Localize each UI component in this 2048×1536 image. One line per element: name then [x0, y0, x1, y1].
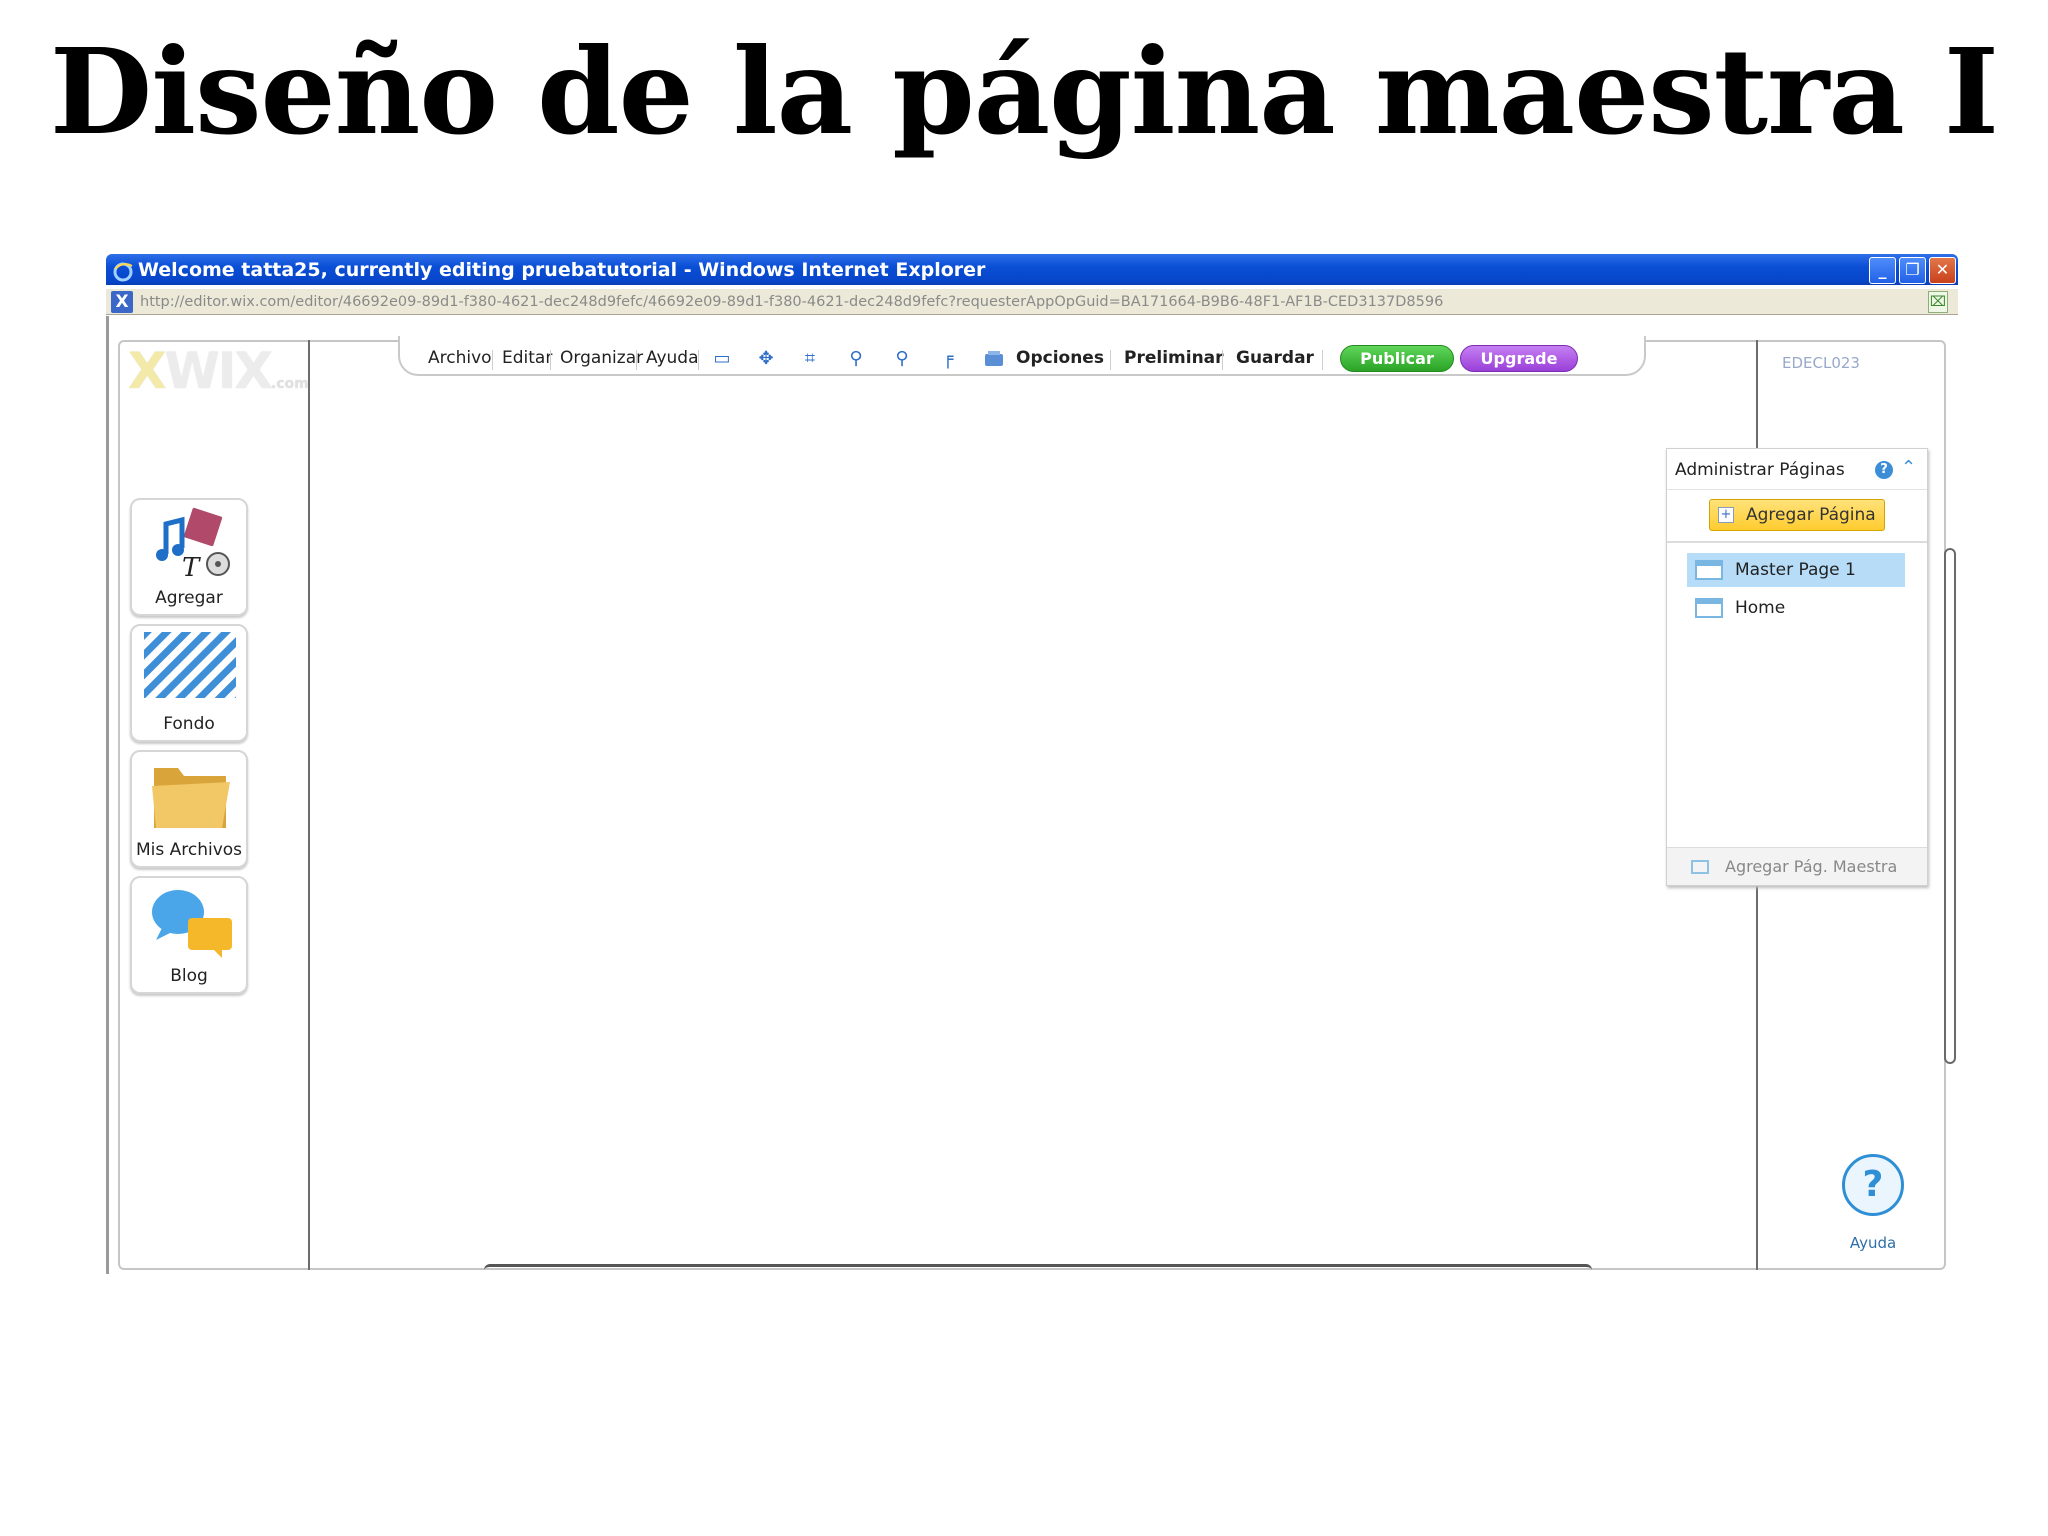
internet-explorer-icon	[113, 262, 133, 282]
help-icon[interactable]: ?	[1875, 461, 1893, 479]
add-media-icon: T	[156, 506, 230, 580]
add-page-label: Agregar Página	[1746, 505, 1876, 525]
menu-separator	[1110, 350, 1111, 370]
add-tool-label: Agregar	[155, 588, 223, 608]
blog-tool-label: Blog	[170, 966, 208, 986]
menu-separator	[492, 350, 493, 370]
browser-title: Welcome tatta25, currently editing prueb…	[138, 259, 986, 281]
help-bubble-icon: ?	[1842, 1154, 1904, 1216]
menu-separator	[636, 350, 637, 370]
page-item-home[interactable]: Home	[1687, 591, 1905, 625]
background-stripes-icon	[144, 632, 236, 698]
my-files-tool-label: Mis Archivos	[135, 840, 243, 860]
zoom-in-icon[interactable]: ⚲	[844, 348, 868, 370]
menu-separator	[1322, 350, 1323, 370]
left-panel-divider	[308, 340, 310, 1270]
add-master-page-label: Agregar Pág. Maestra	[1725, 857, 1898, 876]
zoom-out-icon[interactable]: ⚲	[890, 348, 914, 370]
wix-favicon-icon: X	[111, 291, 133, 313]
menu-separator	[1222, 350, 1223, 370]
folder-icon	[152, 768, 230, 828]
menu-separator	[698, 350, 699, 370]
vertical-scrollbar[interactable]	[1944, 548, 1956, 1064]
menu-organizar[interactable]: Organizar	[560, 348, 643, 368]
wix-logo-text: WIX	[164, 342, 273, 400]
browser-titlebar: Welcome tatta25, currently editing prueb…	[106, 254, 1958, 287]
upgrade-button[interactable]: Upgrade	[1460, 345, 1578, 372]
add-page-icon: +	[1718, 507, 1734, 523]
menu-editar[interactable]: Editar	[502, 348, 552, 368]
manage-pages-panel: Administrar Páginas ? ⌃ + Agregar Página…	[1666, 448, 1928, 886]
master-page-icon	[1691, 860, 1709, 874]
save-button[interactable]: Guardar	[1236, 348, 1314, 368]
menu-ayuda[interactable]: Ayuda	[646, 348, 699, 368]
crop-icon[interactable]: ⌗	[798, 348, 822, 370]
panel-divider	[1667, 489, 1927, 490]
close-button[interactable]: ✕	[1929, 257, 1956, 284]
add-master-page-button[interactable]: Agregar Pág. Maestra	[1667, 847, 1927, 885]
background-tool-label: Fondo	[163, 714, 215, 734]
page-item-master-page-1[interactable]: Master Page 1	[1687, 553, 1905, 587]
address-bar[interactable]: X http://editor.wix.com/editor/46692e09-…	[106, 289, 1958, 315]
compatibility-view-icon[interactable]: ⌧	[1928, 291, 1948, 313]
wix-logo: XWIX.com	[128, 342, 309, 400]
publish-button[interactable]: Publicar	[1340, 345, 1454, 372]
options-button[interactable]: Opciones	[1016, 348, 1104, 368]
manage-pages-title: Administrar Páginas	[1675, 460, 1845, 480]
panel-divider	[1667, 541, 1927, 543]
bottom-tab	[484, 1264, 1592, 1274]
browser-window: Welcome tatta25, currently editing prueb…	[106, 254, 1958, 1274]
page-icon	[1695, 560, 1723, 580]
restore-button[interactable]: ❐	[1899, 257, 1926, 284]
page-icon	[1695, 598, 1723, 618]
help-button[interactable]: ? Ayuda	[1838, 1154, 1908, 1254]
add-page-button[interactable]: + Agregar Página	[1709, 499, 1885, 531]
my-files-tool-card[interactable]: Mis Archivos	[130, 750, 248, 868]
account-id[interactable]: EDECL023	[1782, 354, 1860, 372]
chat-bubbles-icon	[152, 890, 232, 958]
menu-archivo[interactable]: Archivo	[428, 348, 492, 368]
window-left-edge	[106, 316, 109, 1274]
background-tool-card[interactable]: Fondo	[130, 624, 248, 742]
blog-tool-card[interactable]: Blog	[130, 876, 248, 994]
comment-icon[interactable]: ▭	[710, 348, 734, 370]
preview-button[interactable]: Preliminar	[1124, 348, 1224, 368]
slide-title: Diseño de la página maestra I	[49, 22, 1999, 161]
wix-logo-x: X	[128, 342, 167, 400]
svg-text:T: T	[182, 553, 201, 580]
menu-separator	[550, 350, 551, 370]
wix-logo-suffix: .com	[270, 376, 309, 392]
options-icon[interactable]	[982, 348, 1006, 370]
collapse-chevron-icon[interactable]: ⌃	[1901, 457, 1916, 478]
ruler-icon[interactable]: ╒	[936, 348, 960, 370]
editor-menubar: Archivo Editar Organizar Ayuda ▭ ✥ ⌗ ⚲ ⚲…	[398, 336, 1646, 376]
page-item-label: Home	[1735, 598, 1786, 618]
minimize-button[interactable]: _	[1869, 257, 1896, 284]
add-tool-card[interactable]: T Agregar	[130, 498, 248, 616]
address-url[interactable]: http://editor.wix.com/editor/46692e09-89…	[140, 292, 1443, 312]
help-label: Ayuda	[1849, 1234, 1897, 1252]
move-icon[interactable]: ✥	[754, 348, 778, 370]
page-item-label: Master Page 1	[1735, 560, 1856, 580]
